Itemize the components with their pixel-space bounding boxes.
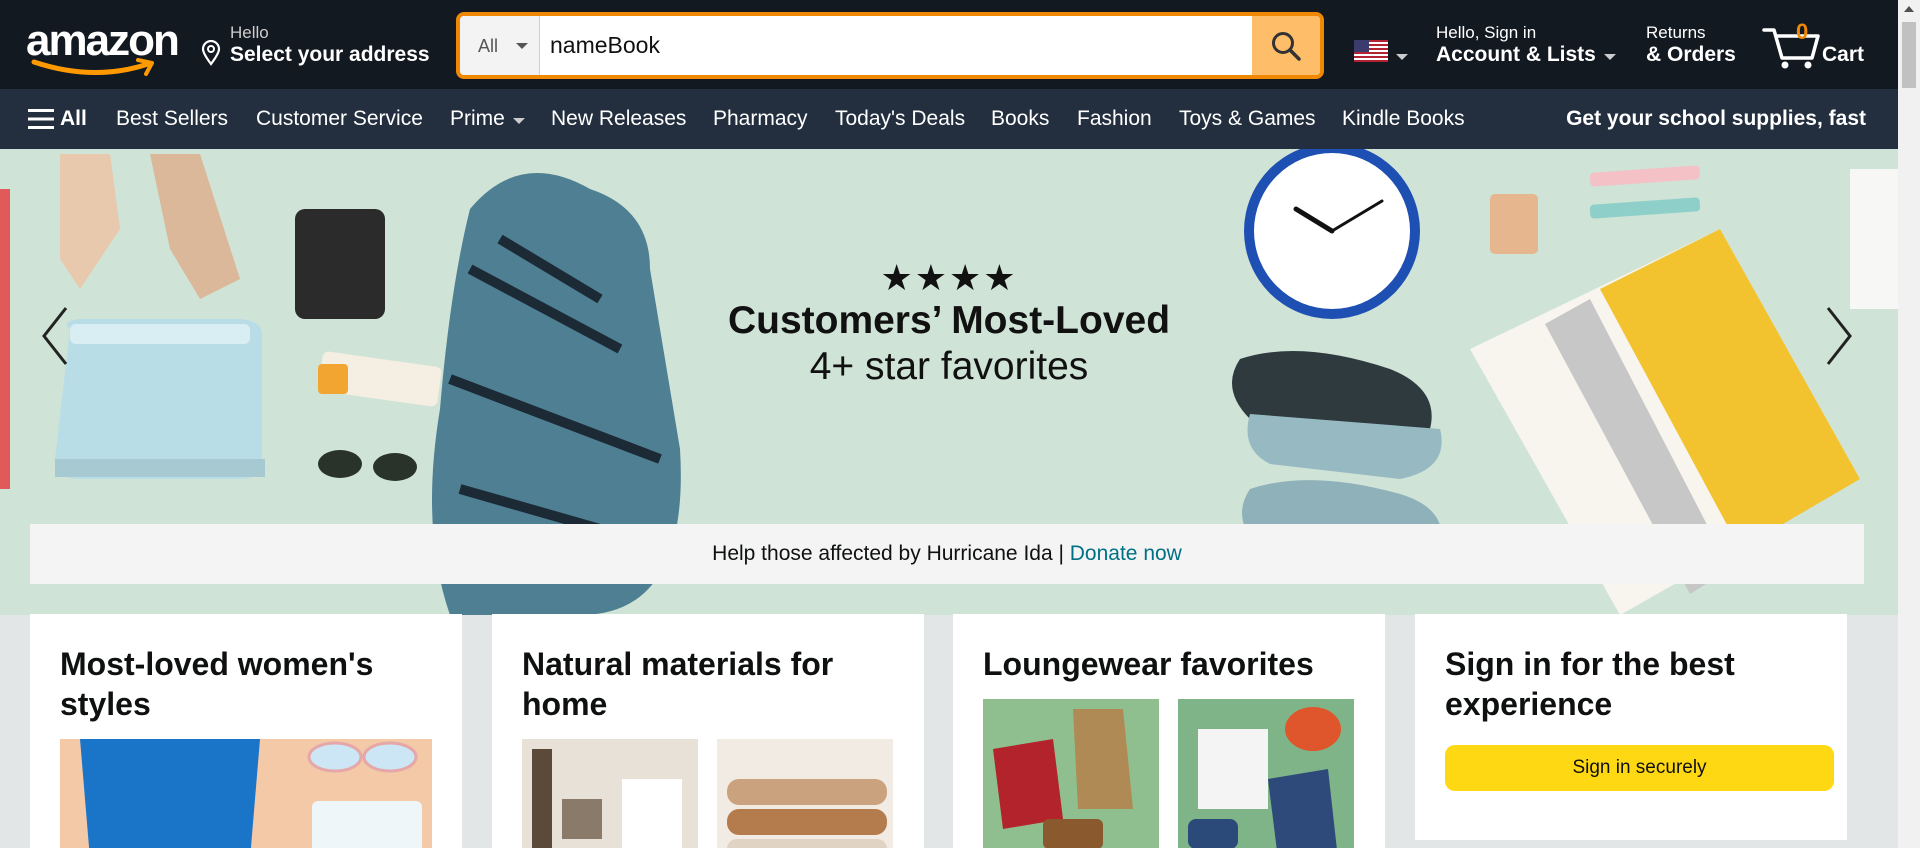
chevron-down-icon [1396, 54, 1408, 60]
nav-todays-deals[interactable]: Today's Deals [835, 107, 965, 131]
nav-toys-games[interactable]: Toys & Games [1179, 107, 1316, 131]
card-title: Most-loved women's styles [60, 646, 374, 722]
nav-prime[interactable]: Prime [450, 107, 505, 131]
page: amazon Hello Select your address All nam… [0, 0, 1920, 848]
page-content: amazon Hello Select your address All nam… [0, 0, 1898, 848]
nav-pharmacy[interactable]: Pharmacy [713, 107, 808, 131]
donation-notice: Help those affected by Hurricane Ida | D… [30, 524, 1864, 584]
loungewear-image-2[interactable] [1178, 699, 1354, 848]
scrollbar-thumb[interactable] [1902, 22, 1916, 88]
card-sign-in: Sign in for the best experience Sign in … [1415, 614, 1847, 840]
sign-in-securely-button[interactable]: Sign in securely [1445, 745, 1834, 791]
chevron-down-icon [513, 118, 525, 124]
amazon-logo[interactable]: amazon [22, 14, 180, 76]
all-menu-button[interactable]: All [28, 103, 87, 135]
card-title: Sign in for the best experience [1445, 646, 1735, 722]
hero-stars: ★★★★ [880, 257, 1018, 298]
cart-count: 0 [1796, 19, 1809, 44]
nav-new-releases[interactable]: New Releases [551, 107, 686, 131]
orders-label: & Orders [1646, 43, 1736, 66]
nav-customer-service[interactable]: Customer Service [256, 107, 423, 131]
us-flag-icon [1354, 40, 1388, 62]
search-category-dropdown[interactable]: All [460, 16, 540, 75]
nav-bar: All Best Sellers Customer Service Prime … [0, 89, 1898, 149]
sign-in-greeting: Hello, Sign in [1436, 23, 1537, 42]
search-button[interactable] [1252, 16, 1320, 75]
location-pin-icon [201, 40, 221, 66]
loungewear-image-1[interactable] [983, 699, 1159, 848]
hero-subtitle: 4+ star favorites [809, 345, 1089, 388]
nav-books[interactable]: Books [991, 107, 1049, 131]
natural-materials-image-2[interactable] [717, 739, 893, 848]
chevron-down-icon [1604, 54, 1616, 60]
nav-best-sellers[interactable]: Best Sellers [116, 107, 228, 131]
address-label: Select your address [230, 43, 430, 66]
natural-materials-image-1[interactable] [522, 739, 698, 848]
cart-button[interactable]: 0 Cart [1762, 14, 1882, 74]
nav-promo-link[interactable]: Get your school supplies, fast [1566, 107, 1866, 131]
all-menu-label: All [60, 107, 87, 130]
notice-text: Help those affected by Hurricane Ida | [712, 542, 1070, 565]
hamburger-menu-icon [28, 109, 54, 129]
returns-orders-link[interactable]: Returns & Orders [1646, 20, 1746, 72]
nav-fashion[interactable]: Fashion [1077, 107, 1152, 131]
account-lists-menu[interactable]: Hello, Sign in Account & Lists [1436, 20, 1636, 72]
search-bar: All [456, 12, 1324, 79]
card-title: Loungewear favorites [983, 646, 1314, 682]
language-selector[interactable] [1354, 40, 1414, 70]
top-header: amazon Hello Select your address All nam… [0, 0, 1898, 89]
card-title: Natural materials for home [522, 646, 834, 722]
card-womens-styles[interactable]: Most-loved women's styles [30, 614, 462, 848]
returns-label: Returns [1646, 23, 1706, 42]
logo-smile-icon [31, 58, 154, 76]
cart-icon [1762, 28, 1820, 69]
chevron-down-icon [516, 43, 528, 49]
search-input[interactable] [542, 16, 1207, 75]
cart-label: Cart [1822, 43, 1865, 66]
search-icon [1272, 31, 1301, 61]
nav-kindle-books[interactable]: Kindle Books [1342, 107, 1465, 131]
address-greeting: Hello [230, 23, 269, 42]
womens-styles-image[interactable] [60, 739, 432, 848]
account-label: Account & Lists [1436, 43, 1596, 66]
card-loungewear[interactable]: Loungewear favorites [953, 614, 1385, 848]
delivery-address[interactable]: Hello Select your address [200, 20, 440, 72]
card-natural-materials[interactable]: Natural materials for home [492, 614, 924, 848]
vertical-scrollbar[interactable] [1898, 0, 1920, 848]
search-category-label: All [478, 36, 499, 56]
hero-title: Customers’ Most-Loved [727, 299, 1171, 342]
scroll-up-arrow-icon[interactable] [1904, 6, 1914, 12]
donate-now-link[interactable]: Donate now [1070, 542, 1182, 565]
